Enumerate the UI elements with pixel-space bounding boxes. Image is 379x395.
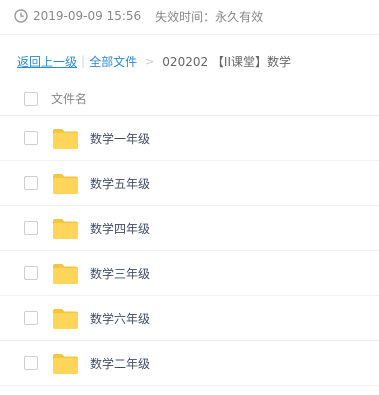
back-link[interactable]: 返回上一级	[17, 53, 77, 70]
list-item[interactable]: 数学一年级	[0, 116, 379, 161]
select-all-checkbox[interactable]	[24, 92, 38, 106]
breadcrumb-separator: |	[81, 54, 86, 68]
filename-column-header: 文件名	[51, 92, 88, 106]
row-checkbox[interactable]	[24, 266, 38, 280]
row-checkbox[interactable]	[24, 176, 38, 190]
list-item[interactable]: 数学五年级	[0, 161, 379, 206]
folder-icon	[53, 129, 78, 149]
folder-name[interactable]: 数学六年级	[90, 310, 150, 327]
chevron-right-icon: >	[145, 54, 155, 68]
divider	[0, 34, 379, 35]
row-checkbox[interactable]	[24, 356, 38, 370]
folder-icon	[53, 354, 78, 374]
row-checkbox[interactable]	[24, 311, 38, 325]
file-list: 数学一年级 数学五年级 数学四年级 数学三年级 数学六年级 数学二年级	[0, 116, 379, 386]
row-checkbox[interactable]	[24, 221, 38, 235]
folder-name[interactable]: 数学一年级	[90, 130, 150, 147]
folder-name[interactable]: 数学三年级	[90, 265, 150, 282]
folder-icon	[53, 219, 78, 239]
expiry-text: 失效时间：永久有效	[155, 9, 264, 24]
list-item[interactable]: 数学二年级	[0, 341, 379, 386]
breadcrumb: 返回上一级 | 全部文件 > 020202 【II课堂】数学	[17, 52, 291, 70]
list-header: 文件名	[0, 82, 379, 116]
folder-name[interactable]: 数学四年级	[90, 220, 150, 237]
folder-icon	[53, 264, 78, 284]
list-item[interactable]: 数学四年级	[0, 206, 379, 251]
share-date: 2019-09-09 15:56	[33, 9, 142, 23]
all-files-link[interactable]: 全部文件	[89, 53, 137, 70]
row-checkbox[interactable]	[24, 131, 38, 145]
list-item[interactable]: 数学三年级	[0, 251, 379, 296]
clock-icon	[14, 9, 28, 23]
list-item[interactable]: 数学六年级	[0, 296, 379, 341]
share-meta: 2019-09-09 15:56 失效时间：永久有效	[0, 0, 379, 32]
current-folder: 020202 【II课堂】数学	[162, 54, 291, 69]
folder-name[interactable]: 数学五年级	[90, 175, 150, 192]
folder-icon	[53, 309, 78, 329]
folder-icon	[53, 174, 78, 194]
folder-name[interactable]: 数学二年级	[90, 355, 150, 372]
